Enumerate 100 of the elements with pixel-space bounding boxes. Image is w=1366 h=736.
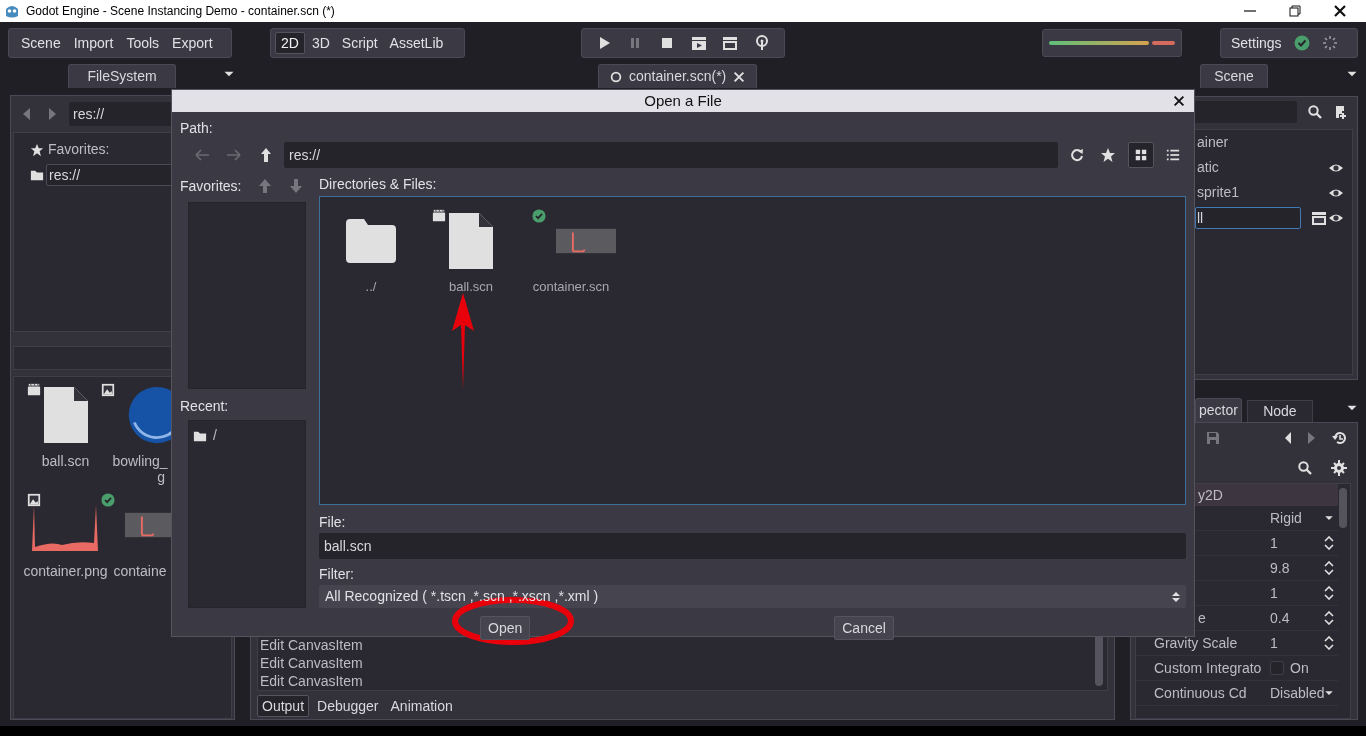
property-value[interactable]: 1: [1270, 582, 1278, 604]
spin-arrows-icon[interactable]: [1324, 611, 1335, 625]
path-field[interactable]: res://: [284, 142, 1059, 168]
workspace-tab[interactable]: Script: [336, 32, 383, 54]
star-icon: [30, 142, 44, 157]
spin-arrows-icon[interactable]: [1324, 536, 1335, 550]
favorites-label: Favorites:: [48, 140, 110, 159]
menu-item[interactable]: Export: [166, 32, 219, 54]
search-icon[interactable]: [1297, 460, 1313, 476]
panel-tab[interactable]: Output: [257, 695, 310, 717]
workspace-tab[interactable]: 2D: [275, 32, 305, 54]
restore-icon[interactable]: [1287, 3, 1303, 19]
checkbox-label: On: [1290, 658, 1309, 678]
dialog-button[interactable]: Cancel: [834, 616, 894, 640]
tree-node[interactable]: ainer: [1197, 132, 1229, 153]
unsaved-ring-icon: [609, 69, 623, 84]
editor-tab[interactable]: container.scn(*): [598, 64, 758, 88]
folder-icon: [346, 219, 396, 263]
clapperboard-play-icon[interactable]: [690, 35, 707, 51]
spin-arrows-icon[interactable]: [1324, 586, 1335, 600]
spin-arrows-icon[interactable]: [1324, 561, 1335, 575]
close-icon[interactable]: [732, 69, 747, 84]
log-line: Edit CanvasItem: [260, 654, 364, 672]
document-icon: [43, 387, 88, 443]
refresh-icon[interactable]: [1069, 147, 1086, 163]
app-logo-icon: [4, 3, 20, 19]
dialog-title: Open a File: [644, 90, 722, 111]
move-up-icon[interactable]: [257, 178, 274, 194]
file-name[interactable]: container.png: [23, 563, 108, 579]
close-icon[interactable]: [1332, 3, 1348, 19]
dock-tab[interactable]: pector: [1195, 398, 1242, 422]
scene-badge-icon: [26, 383, 41, 397]
up-arrow-icon[interactable]: [258, 147, 274, 163]
history-icon[interactable]: [1331, 430, 1347, 446]
image-badge-icon: [26, 493, 41, 507]
file-name[interactable]: container.scn: [532, 277, 610, 297]
property-value[interactable]: 0.4: [1270, 607, 1290, 629]
menu-item[interactable]: Tools: [120, 32, 166, 54]
settings-icon[interactable]: [1331, 460, 1347, 476]
document-icon: [449, 213, 493, 269]
file-label: File:: [319, 513, 346, 531]
property-value[interactable]: Disabled: [1270, 682, 1325, 704]
grid-icon: [1134, 148, 1149, 162]
spin-arrows-icon[interactable]: [1324, 636, 1335, 650]
move-down-icon[interactable]: [288, 178, 305, 194]
dock-tab[interactable]: FileSystem: [68, 64, 176, 88]
scene-thumbnail-icon: [556, 228, 616, 254]
property-value[interactable]: 1: [1270, 632, 1278, 654]
spinner-icon: [1321, 35, 1338, 51]
tree-node[interactable]: sprite1: [1197, 182, 1240, 203]
dock-tab[interactable]: Node: [1246, 400, 1313, 422]
check-icon: [1293, 35, 1310, 51]
scrollbar[interactable]: [1339, 488, 1347, 528]
file-name[interactable]: containe: [113, 563, 167, 579]
star-icon[interactable]: [1100, 147, 1117, 163]
workspace-tab[interactable]: 3D: [306, 32, 335, 54]
script-add-icon[interactable]: [1333, 104, 1349, 120]
rename-field[interactable]: ll: [1195, 206, 1301, 229]
settings-button[interactable]: Settings: [1231, 32, 1282, 54]
tree-node[interactable]: atic: [1197, 157, 1219, 178]
image-badge-icon: [101, 383, 115, 397]
list-icon: [1166, 148, 1181, 162]
dock-tab[interactable]: Scene: [1200, 64, 1268, 88]
view-mode-button[interactable]: [1128, 142, 1155, 168]
workspace-tab[interactable]: AssetLib: [384, 32, 449, 54]
check-badge-icon: [101, 493, 115, 507]
property-value[interactable]: 9.8: [1270, 557, 1290, 579]
log-line: Edit CanvasItem: [260, 636, 364, 654]
checkbox[interactable]: [1270, 661, 1284, 675]
menu-item[interactable]: Scene: [15, 32, 67, 54]
clapperboard-icon[interactable]: [1311, 209, 1327, 226]
property-name: e: [1198, 609, 1206, 626]
search-icon[interactable]: [1307, 104, 1323, 120]
file-name[interactable]: ../: [365, 277, 377, 297]
scene-badge-icon: [432, 209, 446, 223]
panel-tab[interactable]: Animation: [386, 695, 457, 717]
property-value[interactable]: 1: [1270, 532, 1278, 554]
property-name: Custom Integrato: [1154, 659, 1262, 676]
panel-tab[interactable]: Debugger: [313, 695, 383, 717]
log-line: Edit CanvasItem: [260, 672, 364, 690]
file-name[interactable]: ball.scn: [41, 453, 90, 469]
recent-label: Recent:: [180, 397, 229, 416]
window-title: Godot Engine - Scene Instancing Demo - container.scn (*): [26, 3, 335, 20]
file-name[interactable]: g: [157, 469, 165, 485]
property-name: Continuous Cd: [1154, 684, 1247, 701]
clapperboard-icon[interactable]: [722, 35, 739, 51]
dialog-button[interactable]: Open: [480, 616, 531, 640]
file-name[interactable]: ball.scn: [448, 277, 494, 297]
save-icon[interactable]: [1205, 430, 1221, 446]
property-name: Gravity Scale: [1154, 634, 1238, 651]
check-badge-icon: [532, 209, 546, 223]
close-icon[interactable]: [1172, 94, 1186, 108]
meter-bar-icon: [1049, 40, 1175, 46]
property-value[interactable]: Rigid: [1270, 507, 1302, 529]
antenna-icon[interactable]: [754, 35, 771, 51]
updown-icon: [1172, 590, 1180, 603]
file-name[interactable]: bowling_: [112, 453, 168, 469]
filter-label: Filter:: [319, 565, 354, 583]
menu-item[interactable]: Import: [67, 32, 120, 54]
file-name-field[interactable]: ball.scn: [319, 533, 1186, 559]
